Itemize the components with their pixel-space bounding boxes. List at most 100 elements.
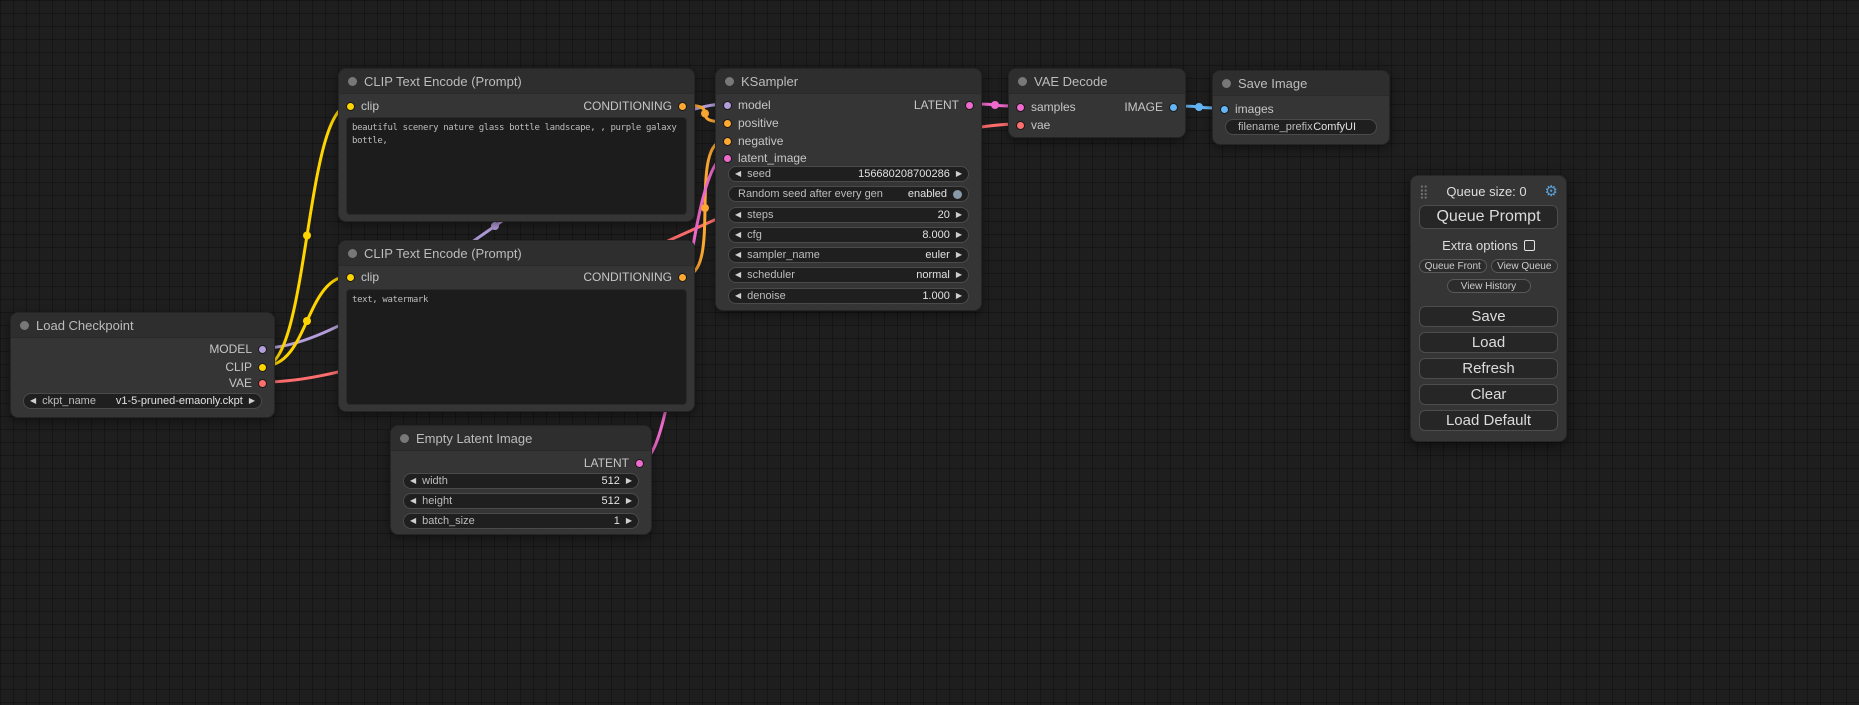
- vae-input-port[interactable]: [1016, 121, 1025, 130]
- denoise-widget[interactable]: ◀ denoise 1.000 ▶: [728, 288, 969, 304]
- stepper-right-icon[interactable]: ▶: [249, 397, 255, 405]
- stepper-left-icon[interactable]: ◀: [735, 292, 741, 300]
- node-title-bar[interactable]: Save Image: [1213, 71, 1389, 96]
- stepper-right-icon[interactable]: ▶: [626, 517, 632, 525]
- widget-value: 1.000: [922, 290, 950, 302]
- stepper-left-icon[interactable]: ◀: [735, 251, 741, 259]
- port-label: samples: [1031, 100, 1076, 114]
- port-label: CONDITIONING: [583, 99, 672, 113]
- clip-input-port[interactable]: [346, 102, 355, 111]
- widget-label: seed: [747, 168, 771, 180]
- port-label: LATENT: [584, 456, 629, 470]
- width-widget[interactable]: ◀ width 512 ▶: [403, 473, 639, 489]
- sampler-name-widget[interactable]: ◀ sampler_name euler ▶: [728, 247, 969, 263]
- node-empty-latent-image[interactable]: Empty Latent Image LATENT ◀ width 512 ▶ …: [390, 425, 652, 535]
- collapse-toggle-icon[interactable]: [1222, 79, 1231, 88]
- view-history-button[interactable]: View History: [1447, 279, 1531, 293]
- queue-front-button[interactable]: Queue Front: [1419, 259, 1487, 273]
- load-default-button[interactable]: Load Default: [1419, 410, 1558, 431]
- samples-input-port[interactable]: [1016, 103, 1025, 112]
- model-output-port[interactable]: [258, 345, 267, 354]
- clear-button[interactable]: Clear: [1419, 384, 1558, 405]
- stepper-left-icon[interactable]: ◀: [735, 271, 741, 279]
- collapse-toggle-icon[interactable]: [20, 321, 29, 330]
- stepper-left-icon[interactable]: ◀: [410, 497, 416, 505]
- filename-prefix-widget[interactable]: filename_prefix ComfyUI: [1225, 119, 1377, 135]
- collapse-toggle-icon[interactable]: [725, 77, 734, 86]
- toggle-knob-icon[interactable]: [953, 190, 962, 199]
- node-title-bar[interactable]: Empty Latent Image: [391, 426, 651, 451]
- conditioning-output-port[interactable]: [678, 273, 687, 282]
- positive-prompt-input[interactable]: beautiful scenery nature glass bottle la…: [346, 117, 687, 215]
- queue-prompt-button[interactable]: Queue Prompt: [1419, 205, 1558, 229]
- scheduler-widget[interactable]: ◀ scheduler normal ▶: [728, 267, 969, 283]
- clip-input-port[interactable]: [346, 273, 355, 282]
- collapse-toggle-icon[interactable]: [348, 249, 357, 258]
- input-slot-model: model: [723, 98, 771, 112]
- stepper-right-icon[interactable]: ▶: [956, 292, 962, 300]
- port-label: VAE: [229, 376, 252, 390]
- node-save-image[interactable]: Save Image images filename_prefix ComfyU…: [1212, 70, 1390, 145]
- model-input-port[interactable]: [723, 101, 732, 110]
- output-slot-clip: CLIP: [225, 360, 267, 374]
- widget-label: Random seed after every gen: [738, 188, 883, 200]
- load-button[interactable]: Load: [1419, 332, 1558, 353]
- negative-prompt-input[interactable]: text, watermark: [346, 289, 687, 405]
- collapse-toggle-icon[interactable]: [348, 77, 357, 86]
- comfy-menu-panel[interactable]: ⣿ Queue size: 0 ⚙ Queue Prompt Extra opt…: [1410, 175, 1567, 442]
- collapse-toggle-icon[interactable]: [1018, 77, 1027, 86]
- latent-image-input-port[interactable]: [723, 154, 732, 163]
- node-title-bar[interactable]: KSampler: [716, 69, 981, 94]
- negative-input-port[interactable]: [723, 137, 732, 146]
- node-vae-decode[interactable]: VAE Decode samples vae IMAGE: [1008, 68, 1186, 138]
- stepper-left-icon[interactable]: ◀: [735, 170, 741, 178]
- extra-options-checkbox[interactable]: [1524, 240, 1535, 251]
- random-seed-toggle[interactable]: Random seed after every gen enabled: [728, 186, 969, 202]
- stepper-right-icon[interactable]: ▶: [626, 477, 632, 485]
- view-queue-button[interactable]: View Queue: [1491, 259, 1559, 273]
- widget-value: enabled: [908, 188, 947, 200]
- latent-output-port[interactable]: [965, 101, 974, 110]
- image-output-port[interactable]: [1169, 103, 1178, 112]
- steps-widget[interactable]: ◀ steps 20 ▶: [728, 207, 969, 223]
- link-midpoint-dot: [701, 204, 709, 212]
- conditioning-output-port[interactable]: [678, 102, 687, 111]
- settings-gear-icon[interactable]: ⚙: [1545, 184, 1558, 199]
- drag-handle-icon[interactable]: ⣿: [1419, 185, 1429, 198]
- node-load-checkpoint[interactable]: Load Checkpoint MODEL CLIP VAE ◀ ckpt_na…: [10, 312, 275, 418]
- seed-widget[interactable]: ◀ seed 156680208700286 ▶: [728, 166, 969, 182]
- stepper-left-icon[interactable]: ◀: [410, 477, 416, 485]
- input-slot-positive: positive: [723, 116, 779, 130]
- stepper-left-icon[interactable]: ◀: [410, 517, 416, 525]
- refresh-button[interactable]: Refresh: [1419, 358, 1558, 379]
- stepper-right-icon[interactable]: ▶: [956, 170, 962, 178]
- stepper-left-icon[interactable]: ◀: [30, 397, 36, 405]
- stepper-right-icon[interactable]: ▶: [956, 211, 962, 219]
- cfg-widget[interactable]: ◀ cfg 8.000 ▶: [728, 227, 969, 243]
- node-clip-text-encode-positive[interactable]: CLIP Text Encode (Prompt) clip CONDITION…: [338, 68, 695, 222]
- positive-input-port[interactable]: [723, 119, 732, 128]
- stepper-left-icon[interactable]: ◀: [735, 211, 741, 219]
- vae-output-port[interactable]: [258, 379, 267, 388]
- ckpt-name-widget[interactable]: ◀ ckpt_name v1-5-pruned-emaonly.ckpt ▶: [23, 393, 262, 409]
- node-title-bar[interactable]: CLIP Text Encode (Prompt): [339, 69, 694, 94]
- height-widget[interactable]: ◀ height 512 ▶: [403, 493, 639, 509]
- node-ksampler[interactable]: KSampler model positive negative latent_…: [715, 68, 982, 311]
- node-graph-canvas[interactable]: Load Checkpoint MODEL CLIP VAE ◀ ckpt_na…: [0, 0, 1859, 705]
- save-button[interactable]: Save: [1419, 306, 1558, 327]
- stepper-right-icon[interactable]: ▶: [956, 251, 962, 259]
- clip-output-port[interactable]: [258, 363, 267, 372]
- latent-output-port[interactable]: [635, 459, 644, 468]
- images-input-port[interactable]: [1220, 105, 1229, 114]
- node-title-bar[interactable]: VAE Decode: [1009, 69, 1185, 94]
- collapse-toggle-icon[interactable]: [400, 434, 409, 443]
- node-title-bar[interactable]: Load Checkpoint: [11, 313, 274, 338]
- link-midpoint-dot: [1195, 103, 1203, 111]
- batch-size-widget[interactable]: ◀ batch_size 1 ▶: [403, 513, 639, 529]
- stepper-left-icon[interactable]: ◀: [735, 231, 741, 239]
- node-clip-text-encode-negative[interactable]: CLIP Text Encode (Prompt) clip CONDITION…: [338, 240, 695, 412]
- stepper-right-icon[interactable]: ▶: [956, 231, 962, 239]
- stepper-right-icon[interactable]: ▶: [626, 497, 632, 505]
- stepper-right-icon[interactable]: ▶: [956, 271, 962, 279]
- node-title-bar[interactable]: CLIP Text Encode (Prompt): [339, 241, 694, 266]
